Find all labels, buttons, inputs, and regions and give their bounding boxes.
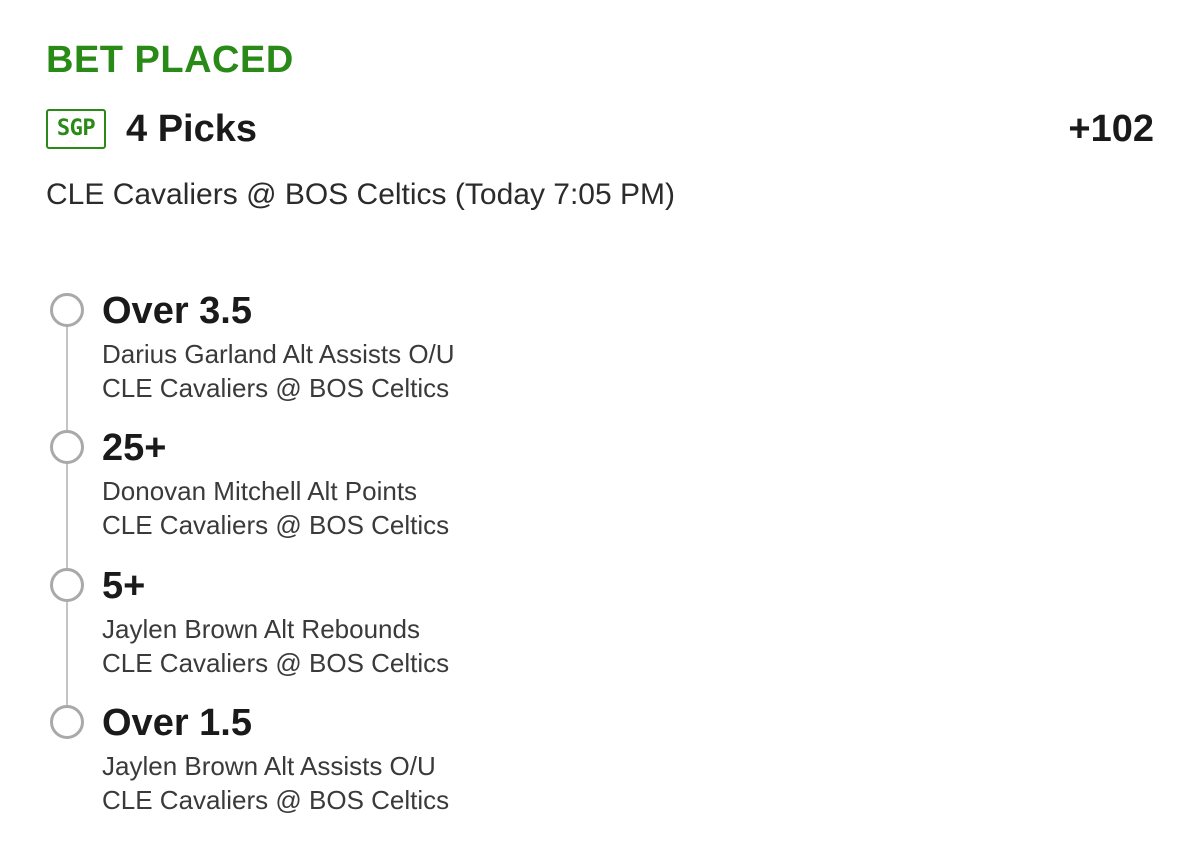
bet-status: BET PLACED xyxy=(46,39,294,81)
leg-selection: Over 3.5 xyxy=(102,290,252,332)
bet-odds: +102 xyxy=(1068,108,1154,150)
leg-market: Darius Garland Alt Assists O/U xyxy=(102,339,455,369)
leg-game: CLE Cavaliers @ BOS Celtics xyxy=(102,785,450,815)
leg-item[interactable]: Over 3.5 Darius Garland Alt Assists O/U … xyxy=(48,288,1148,418)
leg-selection: Over 1.5 xyxy=(102,702,252,744)
leg-game: CLE Cavaliers @ BOS Celtics xyxy=(102,373,450,403)
leg-selection: 5+ xyxy=(102,565,146,607)
leg-item[interactable]: 5+ Jaylen Brown Alt Rebounds CLE Cavalie… xyxy=(48,563,1148,693)
bet-header: SGP 4 Picks +102 xyxy=(46,104,1154,154)
leg-market: Jaylen Brown Alt Assists O/U xyxy=(102,751,436,781)
leg-game: CLE Cavaliers @ BOS Celtics xyxy=(102,510,450,540)
leg-item[interactable]: 25+ Donovan Mitchell Alt Points CLE Cava… xyxy=(48,425,1148,555)
sgp-badge: SGP xyxy=(46,109,106,149)
leg-status-circle-icon xyxy=(50,568,84,602)
leg-status-circle-icon xyxy=(50,705,84,739)
picks-timeline: Over 3.5 Darius Garland Alt Assists O/U … xyxy=(48,288,1148,828)
leg-market: Jaylen Brown Alt Rebounds xyxy=(102,614,420,644)
leg-market: Donovan Mitchell Alt Points xyxy=(102,476,418,506)
leg-game: CLE Cavaliers @ BOS Celtics xyxy=(102,648,450,678)
leg-status-circle-icon xyxy=(50,293,84,327)
bet-slip: BET PLACED SGP 4 Picks +102 CLE Cavalier… xyxy=(0,0,1200,850)
game-matchup: CLE Cavaliers @ BOS Celtics (Today 7:05 … xyxy=(46,178,675,211)
picks-count: 4 Picks xyxy=(126,108,257,150)
leg-status-circle-icon xyxy=(50,430,84,464)
leg-selection: 25+ xyxy=(102,427,167,469)
leg-item[interactable]: Over 1.5 Jaylen Brown Alt Assists O/U CL… xyxy=(48,700,1148,830)
